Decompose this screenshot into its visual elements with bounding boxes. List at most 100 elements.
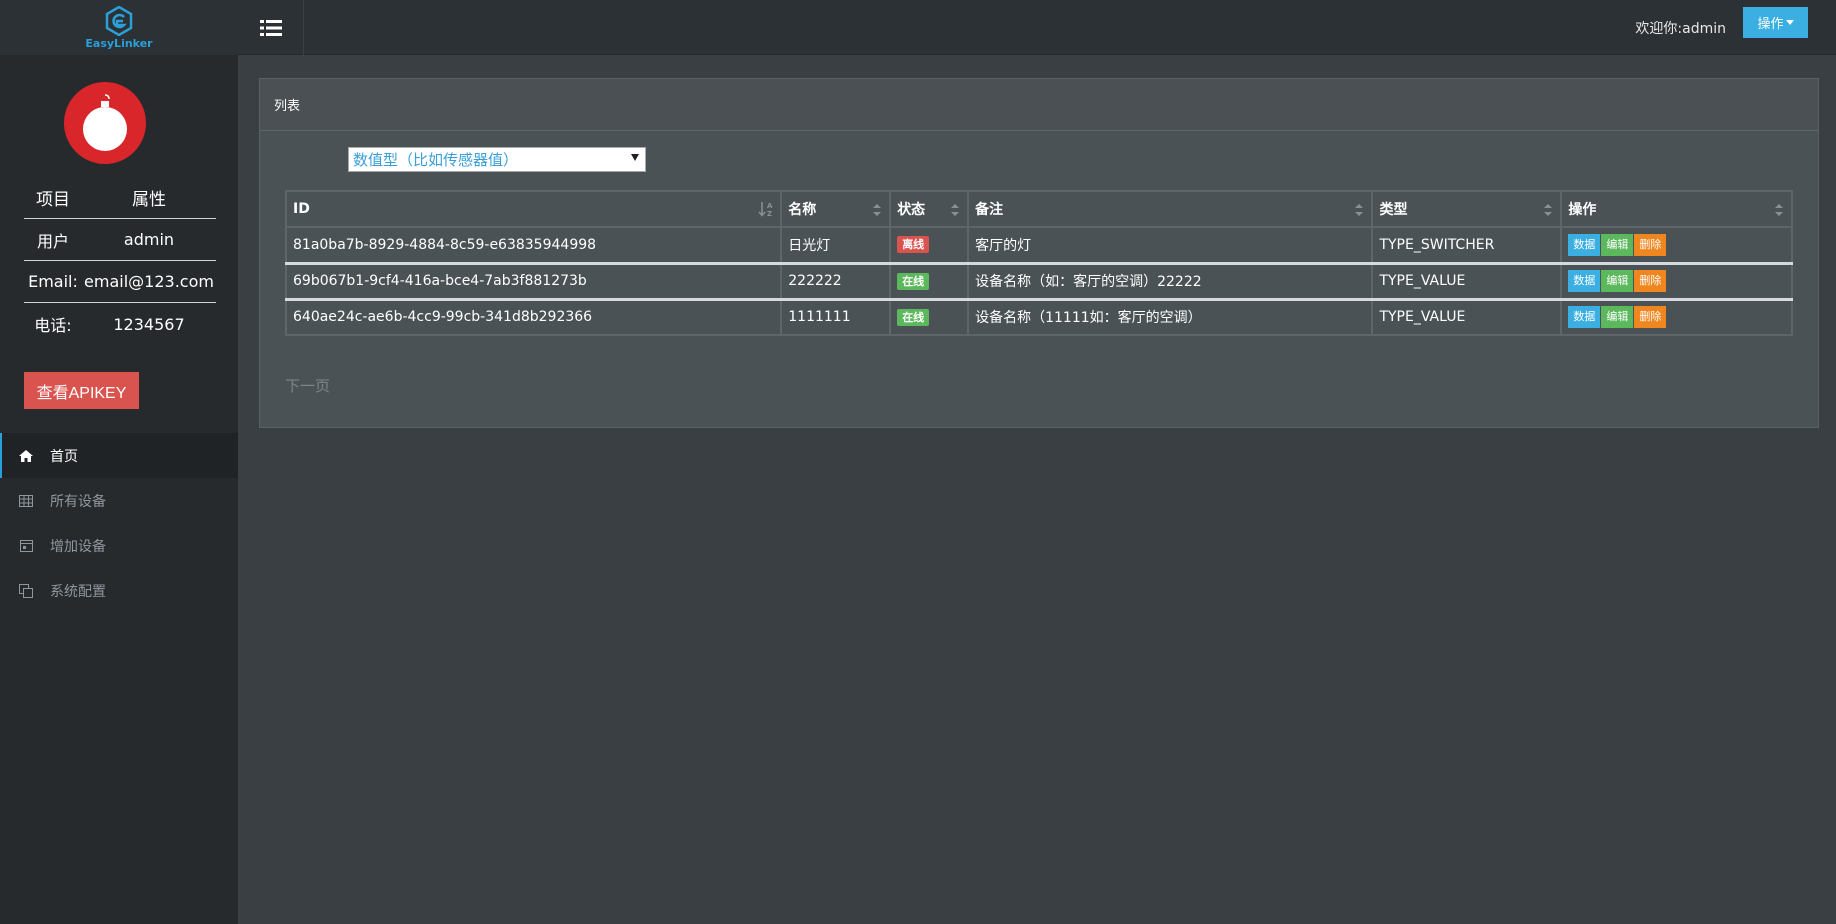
- delete-button[interactable]: 删除: [1634, 306, 1667, 329]
- profile-value: 1234567: [113, 314, 185, 334]
- device-type-select[interactable]: 数值型（比如传感器值）: [348, 147, 646, 172]
- caret-down-icon: [1785, 20, 1794, 25]
- table-row: 69b067b1-9cf4-416a-bce4-7ab3f881273b 222…: [284, 261, 1793, 300]
- cell-actions: 数据 编辑 删除: [1560, 226, 1793, 264]
- sidebar-item-add-device[interactable]: 增加设备: [0, 523, 238, 568]
- column-header-label: ID: [293, 201, 310, 217]
- profile-row-user: 用户 admin: [24, 219, 216, 261]
- profile-key: 电话:: [34, 316, 72, 335]
- top-bar: 欢迎你:admin 操作: [238, 0, 1836, 55]
- cell-actions: 数据 编辑 删除: [1560, 297, 1793, 336]
- sort-icon: [1355, 204, 1364, 216]
- cell-actions: 数据 编辑 删除: [1560, 261, 1793, 300]
- column-header-type[interactable]: 类型: [1371, 190, 1563, 228]
- sort-icon: [951, 204, 960, 216]
- profile-col-item: 项目: [36, 190, 70, 210]
- view-apikey-button[interactable]: 查看APIKEY: [24, 372, 139, 409]
- cell-status: 在线: [889, 297, 970, 336]
- column-header-label: 状态: [897, 202, 926, 218]
- sidebar-item-label: 所有设备: [50, 493, 106, 510]
- column-header-label: 操作: [1568, 202, 1597, 218]
- sidebar-item-home[interactable]: 首页: [0, 433, 238, 478]
- sort-icon: [1775, 204, 1783, 216]
- cell-name: 222222: [780, 261, 892, 300]
- calendar-icon: [18, 538, 34, 554]
- device-list-panel: 列表 数值型（比如传感器值） ID AZ 名称 状态 备注 类型 操作 81a0…: [259, 78, 1819, 428]
- select-arrow-icon: [631, 154, 639, 161]
- table-icon: [18, 493, 34, 509]
- device-type-select-value: 数值型（比如传感器值）: [353, 151, 519, 169]
- cell-type: TYPE_VALUE: [1371, 297, 1563, 336]
- profile-value: admin: [123, 230, 175, 249]
- profile-table: 项目 属性 用户 admin Email: email@123.com 电话: …: [24, 177, 216, 345]
- cell-note: 设备名称（11111如：客厅的空调）: [967, 297, 1374, 336]
- avatar: [64, 82, 146, 164]
- edit-button[interactable]: 编辑: [1601, 270, 1634, 292]
- sort-icon: [873, 204, 882, 216]
- data-button[interactable]: 数据: [1568, 306, 1601, 329]
- menu-toggle-button[interactable]: [238, 0, 304, 55]
- data-button[interactable]: 数据: [1568, 233, 1601, 256]
- ornament-icon: [83, 94, 127, 151]
- profile-key: Email:: [28, 272, 78, 291]
- cell-type: TYPE_SWITCHER: [1371, 226, 1563, 264]
- table-row: 640ae24c-ae6b-4cc9-99cb-341d8b292366 111…: [284, 297, 1793, 336]
- cell-status: 在线: [889, 261, 970, 300]
- cell-type: TYPE_VALUE: [1371, 261, 1563, 300]
- edit-button[interactable]: 编辑: [1601, 306, 1634, 329]
- cell-note: 客厅的灯: [967, 226, 1374, 264]
- copy-icon: [18, 583, 34, 599]
- easylinker-logo-icon: [105, 5, 133, 36]
- brand-name: EasyLinker: [85, 36, 153, 50]
- delete-button[interactable]: 删除: [1634, 270, 1667, 292]
- profile-table-header: 项目 属性: [24, 177, 216, 219]
- sidebar-item-all-devices[interactable]: 所有设备: [0, 478, 238, 523]
- cell-status: 离线: [889, 226, 970, 264]
- profile-row-email: Email: email@123.com: [24, 261, 216, 303]
- welcome-text: 欢迎你:admin: [1635, 21, 1726, 37]
- brand-logo[interactable]: EasyLinker: [0, 0, 238, 55]
- sidebar-item-system-config[interactable]: 系统配置: [0, 568, 238, 613]
- status-badge: 离线: [897, 236, 930, 254]
- cell-id: 81a0ba7b-8929-4884-8c59-e63835944998: [284, 226, 783, 264]
- delete-button[interactable]: 删除: [1634, 233, 1667, 256]
- cell-id: 69b067b1-9cf4-416a-bce4-7ab3f881273b: [284, 261, 783, 300]
- column-header-status[interactable]: 状态: [889, 190, 970, 228]
- svg-text:Z: Z: [767, 210, 772, 217]
- profile-key: 用户: [36, 231, 69, 251]
- column-header-label: 备注: [975, 202, 1004, 218]
- column-header-label: 类型: [1379, 202, 1408, 218]
- sidebar-item-label: 增加设备: [50, 538, 106, 555]
- table-row: 81a0ba7b-8929-4884-8c59-e63835944998 日光灯…: [284, 226, 1793, 264]
- sidebar-item-label: 首页: [50, 448, 78, 465]
- cell-id: 640ae24c-ae6b-4cc9-99cb-341d8b292366: [284, 297, 783, 336]
- cell-name: 1111111: [780, 297, 892, 336]
- device-table: ID AZ 名称 状态 备注 类型 操作 81a0ba7b-8929-4884-…: [284, 190, 1793, 336]
- edit-button[interactable]: 编辑: [1601, 233, 1634, 256]
- column-header-note[interactable]: 备注: [967, 190, 1374, 228]
- list-icon: [259, 19, 282, 36]
- profile-value: email@123.com: [84, 272, 214, 291]
- column-header-label: 名称: [788, 202, 817, 218]
- sidebar-nav: 首页 所有设备 增加设备 系统配置: [0, 433, 238, 613]
- status-badge: 在线: [897, 272, 930, 290]
- status-badge: 在线: [897, 308, 930, 326]
- sidebar: EasyLinker 项目 属性 用户 admin Email: email@1…: [0, 0, 238, 924]
- panel-title: 列表: [260, 79, 1818, 131]
- cell-name: 日光灯: [780, 226, 892, 264]
- table-header-row: ID AZ 名称 状态 备注 类型 操作: [284, 190, 1793, 228]
- next-page-link[interactable]: 下一页: [285, 375, 330, 396]
- sidebar-item-label: 系统配置: [50, 583, 106, 600]
- column-header-name[interactable]: 名称: [780, 190, 892, 228]
- profile-col-attr: 属性: [132, 190, 166, 210]
- operations-dropdown-button[interactable]: 操作: [1743, 7, 1808, 38]
- cell-note: 设备名称（如：客厅的空调）22222: [967, 261, 1374, 300]
- operations-label: 操作: [1757, 16, 1784, 31]
- svg-text:A: A: [767, 202, 773, 210]
- home-icon: [18, 448, 34, 464]
- column-header-actions[interactable]: 操作: [1560, 190, 1793, 228]
- sort-alpha-icon: AZ: [758, 202, 773, 217]
- column-header-id[interactable]: ID AZ: [284, 190, 783, 228]
- profile-row-phone: 电话: 1234567: [24, 303, 216, 345]
- data-button[interactable]: 数据: [1568, 270, 1601, 292]
